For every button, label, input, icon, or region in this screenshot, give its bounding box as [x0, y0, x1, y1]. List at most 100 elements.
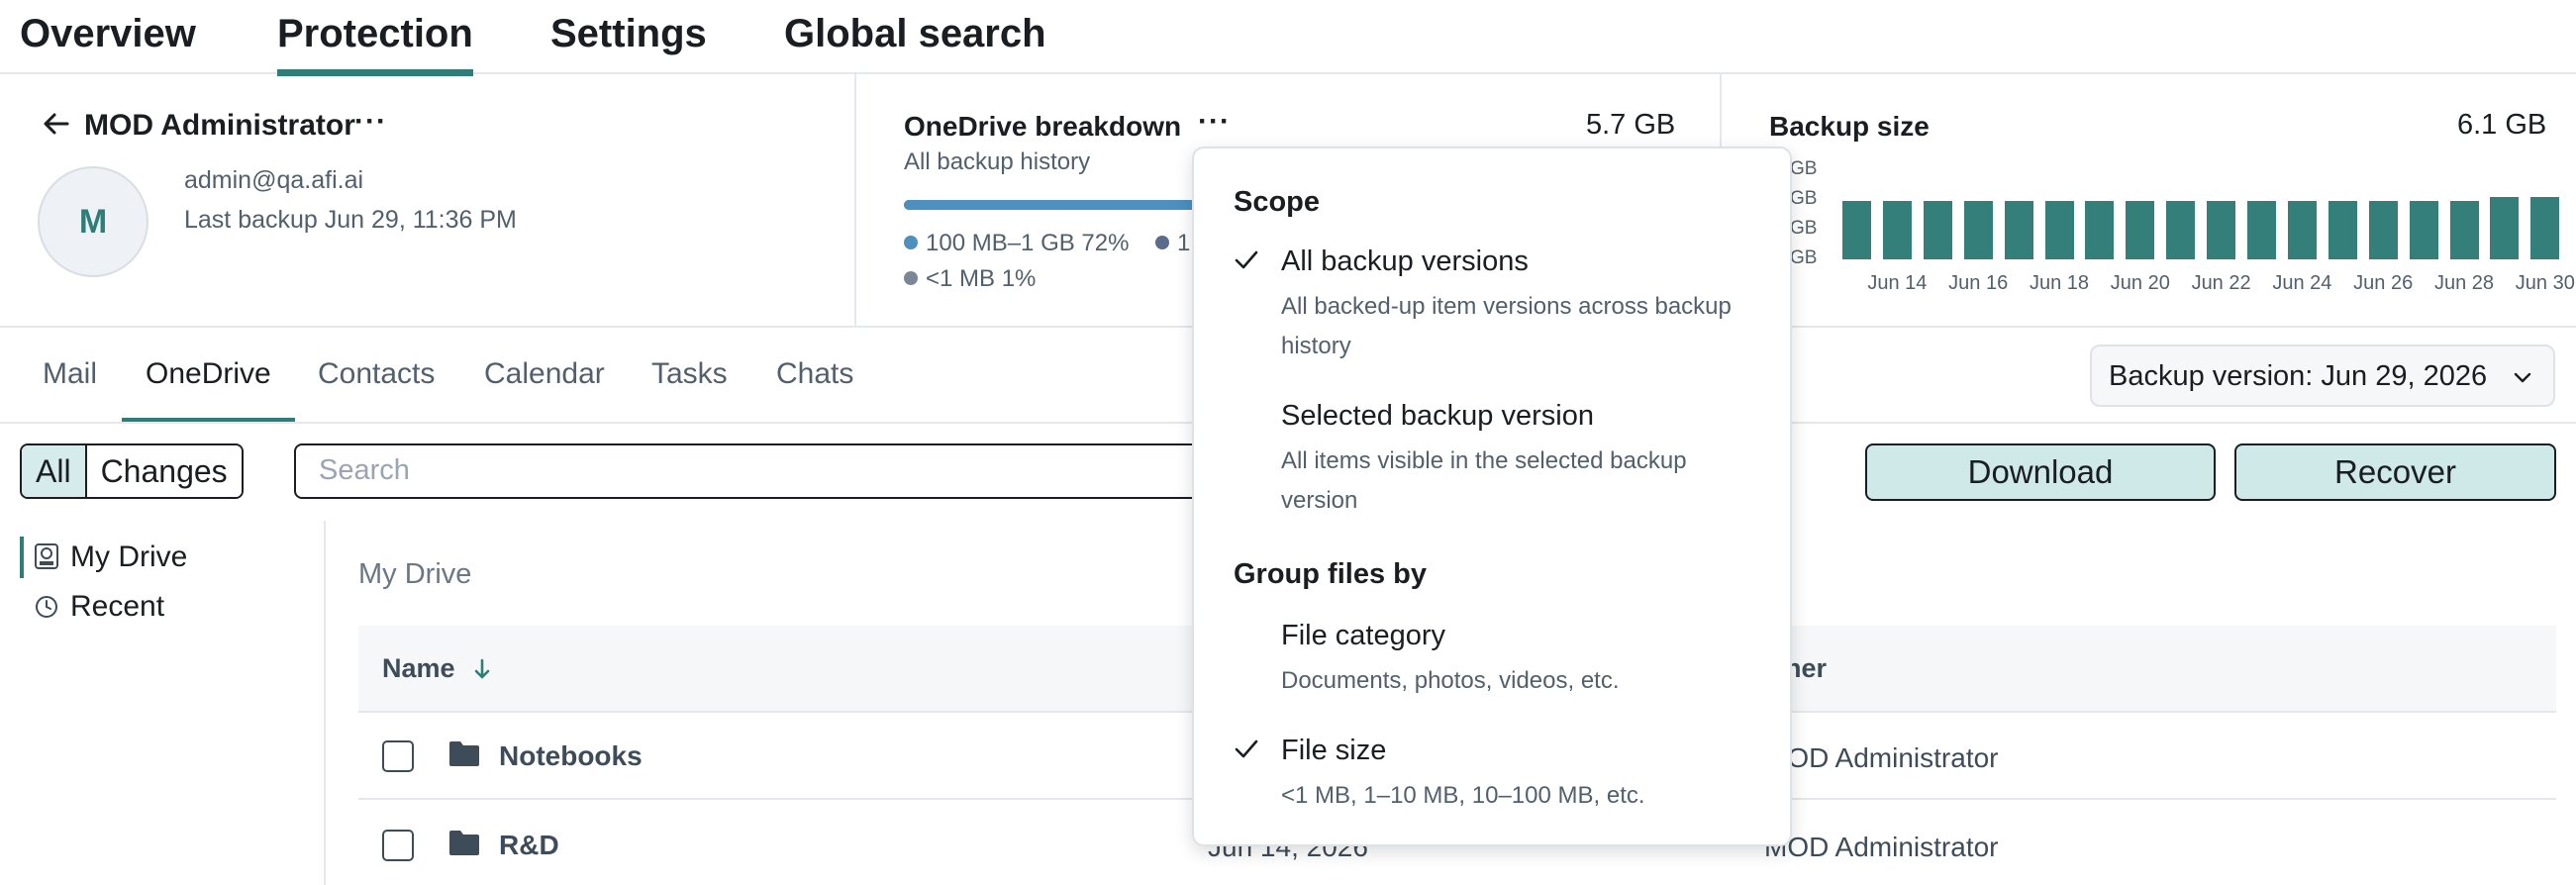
file-name[interactable]: Notebooks — [499, 740, 643, 772]
file-name[interactable]: R&D — [499, 830, 559, 861]
menu-item-description: <1 MB, 1–10 MB, 10–100 MB, etc. — [1281, 782, 1645, 809]
file-owner: MOD Administrator — [1764, 742, 1999, 773]
tree-item-label: My Drive — [70, 541, 188, 573]
chart-bar — [2530, 197, 2560, 259]
onedrive-breakdown-total: 5.7 GB — [1586, 109, 1676, 141]
view-filter-toggle: All Changes — [20, 443, 244, 499]
tab-settings[interactable]: Settings — [550, 12, 707, 56]
row-checkbox[interactable] — [382, 740, 414, 772]
selected-indicator — [20, 537, 24, 578]
back-arrow-icon[interactable] — [42, 109, 71, 139]
legend-item: 1 — [1155, 230, 1190, 257]
top-nav: Overview Protection Settings Global sear… — [0, 0, 2576, 76]
filter-all-button[interactable]: All — [22, 445, 85, 497]
group-files-heading: Group files by — [1234, 558, 1427, 590]
menu-item-label: File category — [1281, 620, 1446, 651]
y-tick-label: GB — [1790, 188, 1818, 209]
legend-item: <1 MB 1% — [904, 265, 1036, 293]
file-owner: MOD Administrator — [1764, 832, 1999, 862]
chart-bar — [2085, 201, 2115, 259]
onedrive-breakdown-subtitle: All backup history — [904, 148, 1091, 175]
chart-bar — [1882, 201, 1912, 259]
user-email: admin@qa.afi.ai — [184, 166, 364, 194]
chart-bar — [2004, 201, 2033, 259]
legend-label: 100 MB–1 GB 72% — [926, 230, 1130, 256]
menu-item-label: Selected backup version — [1281, 400, 1594, 432]
subtab-calendar[interactable]: Calendar — [484, 357, 605, 391]
sort-down-icon[interactable] — [472, 657, 492, 681]
filter-changes-button[interactable]: Changes — [84, 445, 242, 497]
chart-bar — [1923, 201, 1952, 259]
x-tick-label: Jun 30 — [2515, 272, 2575, 294]
last-backup-text: Last backup Jun 29, 11:36 PM — [184, 206, 517, 234]
tree-item-recent[interactable]: Recent — [35, 590, 164, 624]
backup-version-label: Backup version: Jun 29, 2026 — [2109, 360, 2488, 392]
breakdown-options-icon[interactable]: ··· — [1198, 105, 1231, 139]
chart-bar — [2328, 201, 2357, 259]
tab-protection[interactable]: Protection — [277, 12, 473, 76]
subtab-tasks[interactable]: Tasks — [651, 357, 728, 391]
legend-label: <1 MB 1% — [926, 265, 1037, 292]
x-tick-label: Jun 14 — [1867, 272, 1928, 294]
column-header-label: Name — [382, 653, 455, 683]
tree-item-label: Recent — [70, 590, 165, 623]
tab-global-search[interactable]: Global search — [784, 12, 1046, 56]
x-tick-label: Jun 26 — [2353, 272, 2414, 294]
divider — [324, 521, 326, 885]
chart-bar — [2287, 201, 2317, 259]
backup-size-total: 6.1 GB — [2457, 109, 2547, 141]
divider — [854, 74, 856, 328]
drive-icon — [35, 543, 58, 569]
menu-item-label: All backup versions — [1281, 246, 1529, 277]
legend-dot — [904, 271, 918, 285]
y-tick-label: GB — [1790, 158, 1818, 179]
scope-heading: Scope — [1234, 186, 1321, 218]
backup-size-title: Backup size — [1769, 111, 1930, 142]
legend-dot — [904, 236, 918, 249]
chart-bar — [2247, 201, 2276, 259]
folder-icon — [449, 831, 479, 855]
user-name: MOD Administrator — [84, 109, 355, 142]
chart-bar — [2126, 201, 2155, 259]
folder-icon — [449, 741, 479, 766]
onedrive-breakdown-title: OneDrive breakdown — [904, 111, 1182, 142]
menu-item-description: Documents, photos, videos, etc. — [1281, 667, 1620, 694]
download-button[interactable]: Download — [1865, 443, 2216, 501]
subtab-mail[interactable]: Mail — [43, 357, 97, 391]
backup-version-select[interactable]: Backup version: Jun 29, 2026 — [2090, 344, 2555, 407]
subtab-contacts[interactable]: Contacts — [318, 357, 435, 391]
chart-bar — [2409, 201, 2438, 259]
chart-bar — [2490, 197, 2520, 259]
more-options-icon[interactable]: ··· — [354, 105, 387, 139]
menu-item-label: File size — [1281, 735, 1387, 766]
chart-bar — [2207, 201, 2236, 259]
x-tick-label: Jun 18 — [2029, 272, 2090, 294]
row-checkbox[interactable] — [382, 830, 414, 861]
legend-label: 1 — [1177, 230, 1191, 256]
chart-bar — [1963, 201, 1993, 259]
avatar: M — [38, 166, 149, 277]
subtab-chats[interactable]: Chats — [776, 357, 853, 391]
legend-dot — [1155, 236, 1169, 249]
x-tick-label: Jun 22 — [2191, 272, 2251, 294]
subtab-onedrive[interactable]: OneDrive — [122, 357, 295, 422]
chart-bar — [1842, 201, 1871, 259]
breakdown-options-menu: Scope All backup versions All backed-up … — [1192, 147, 1792, 846]
menu-item-description: All items visible in the selected backup… — [1281, 447, 1687, 514]
x-tick-label: Jun 20 — [2110, 272, 2170, 294]
chart-bar — [2166, 201, 2196, 259]
tab-overview[interactable]: Overview — [20, 12, 196, 56]
y-tick-label: GB — [1790, 247, 1818, 268]
check-icon — [1235, 250, 1258, 269]
clock-icon — [36, 596, 57, 618]
y-tick-label: GB — [1790, 218, 1818, 239]
chart-bar — [2044, 201, 2074, 259]
legend-item: 100 MB–1 GB 72% — [904, 230, 1129, 257]
recover-button[interactable]: Recover — [2234, 443, 2556, 501]
breadcrumb: My Drive — [358, 558, 472, 590]
x-tick-label: Jun 28 — [2433, 272, 2495, 294]
menu-item-description: All backed-up item versions across backu… — [1281, 293, 1732, 359]
column-header-name[interactable]: Name — [382, 653, 492, 684]
tree-item-my-drive[interactable]: My Drive — [35, 541, 187, 574]
chart-bar — [2449, 201, 2479, 259]
